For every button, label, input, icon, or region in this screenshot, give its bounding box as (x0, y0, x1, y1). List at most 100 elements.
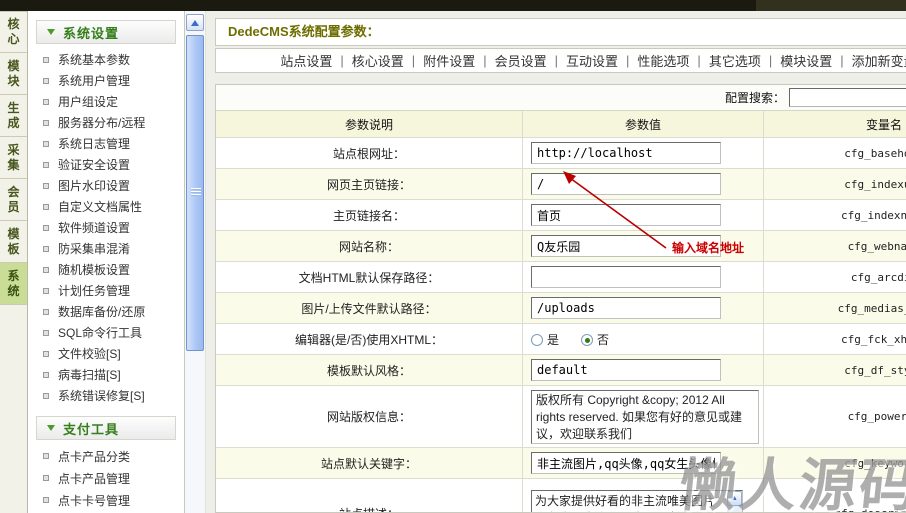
config-search-label: 配置搜索： (725, 89, 785, 106)
sidebar-item[interactable]: 点卡卡号管理 (28, 490, 184, 512)
param-label: 站点根网址： (216, 138, 523, 168)
config-tab[interactable]: 性能选项 (637, 51, 689, 70)
sidebar-section-header[interactable]: 支付工具 (36, 416, 176, 440)
param-input-cfg_indexname[interactable] (531, 204, 721, 226)
bullet-icon (43, 120, 49, 126)
bullet-icon (43, 372, 49, 378)
radio-icon[interactable] (581, 334, 593, 346)
radio-option-是[interactable]: 是 (531, 331, 559, 348)
page-title: DedeCMS系统配置参数： (215, 18, 906, 46)
vertical-tab-模块[interactable]: 模 块 (0, 53, 27, 95)
bullet-icon (43, 309, 49, 315)
config-tab[interactable]: 会员设置 (495, 51, 547, 70)
column-header: 变量名 (764, 111, 906, 137)
bullet-icon (43, 99, 49, 105)
vertical-tab-系统[interactable]: 系 统 (0, 263, 27, 305)
param-input-cfg_basehost[interactable] (531, 142, 721, 164)
sidebar-item[interactable]: 用户组设定 (28, 92, 184, 113)
sidebar-item[interactable]: 随机模板设置 (28, 260, 184, 281)
sidebar-item[interactable]: 自定义文档属性 (28, 197, 184, 218)
sidebar-section-items: 点卡产品分类点卡产品管理点卡卡号管理 (28, 446, 184, 512)
radio-icon[interactable] (531, 334, 543, 346)
sidebar-item[interactable]: 病毒扫描[S] (28, 365, 184, 386)
table-row: 编辑器(是/否)使用XHTML：是否cfg_fck_xhtml (216, 324, 906, 355)
param-varname: cfg_df_style (764, 355, 906, 385)
param-textarea-cfg_powerby[interactable]: 版权所有 Copyright &copy; 2012 All rights re… (531, 390, 759, 444)
sidebar-item[interactable]: 系统日志管理 (28, 134, 184, 155)
param-textarea-cfg_description[interactable]: 为大家提供好看的非主流唯美图片和各类男生头像图片以及女生头像图片,更▲▼ (531, 490, 743, 513)
textarea-scroll-up-icon[interactable]: ▲ (727, 491, 742, 506)
scrollbar-grip-icon (191, 188, 201, 197)
config-tab[interactable]: 模块设置 (780, 51, 832, 70)
param-input-cfg_indexurl[interactable] (531, 173, 721, 195)
sidebar-item[interactable]: 系统基本参数 (28, 50, 184, 71)
param-label: 编辑器(是/否)使用XHTML： (216, 324, 523, 354)
table-row: 网页主页链接：cfg_indexurl (216, 169, 906, 200)
config-tab[interactable]: 其它选项 (709, 51, 761, 70)
param-input-cfg_df_style[interactable] (531, 359, 721, 381)
vertical-tab-采集[interactable]: 采 集 (0, 137, 27, 179)
sidebar-item[interactable]: 点卡产品分类 (28, 446, 184, 468)
config-search-input[interactable] (789, 88, 906, 107)
sidebar-section-header[interactable]: 系统设置 (36, 20, 176, 44)
sidebar-scrollbar[interactable] (185, 11, 206, 513)
sidebar-item[interactable]: 计划任务管理 (28, 281, 184, 302)
sidebar-item[interactable]: 图片水印设置 (28, 176, 184, 197)
bullet-icon (43, 475, 49, 481)
bullet-icon (43, 453, 49, 459)
sidebar-item[interactable]: 系统用户管理 (28, 71, 184, 92)
param-input-cfg_medias_dir[interactable] (531, 297, 721, 319)
sidebar-section-title: 支付工具 (63, 419, 119, 438)
top-bar (0, 0, 906, 11)
vertical-tab-会员[interactable]: 会 员 (0, 179, 27, 221)
bullet-icon (43, 225, 49, 231)
radio-option-否[interactable]: 否 (581, 331, 609, 348)
param-varname: cfg_powerby (764, 386, 906, 447)
param-value-cell (523, 200, 764, 230)
config-tab[interactable]: 添加新变量 (852, 51, 906, 70)
scrollbar-thumb[interactable] (186, 35, 204, 351)
textarea-scrollbar[interactable]: ▲▼ (727, 491, 742, 513)
config-tab[interactable]: 附件设置 (423, 51, 475, 70)
sidebar-item[interactable]: 软件频道设置 (28, 218, 184, 239)
config-tab[interactable]: 互动设置 (566, 51, 618, 70)
sidebar-item[interactable]: SQL命令行工具 (28, 323, 184, 344)
table-row: 网站版权信息：版权所有 Copyright &copy; 2012 All ri… (216, 386, 906, 448)
tab-separator: | (840, 53, 843, 68)
bullet-icon (43, 204, 49, 210)
param-input-cfg_keywords[interactable] (531, 452, 721, 474)
config-panel: 配置搜索： 参数说明参数值变量名站点根网址：cfg_basehost网页主页链接… (215, 84, 906, 513)
vertical-tab-模板[interactable]: 模 板 (0, 221, 27, 263)
table-row: 图片/上传文件默认路径：cfg_medias_dir (216, 293, 906, 324)
param-label: 网站名称： (216, 231, 523, 261)
config-tab[interactable]: 站点设置 (280, 51, 332, 70)
sidebar-menu: 系统设置系统基本参数系统用户管理用户组设定服务器分布/远程系统日志管理验证安全设… (28, 11, 185, 513)
scroll-up-button[interactable] (186, 14, 204, 31)
sidebar-item[interactable]: 验证安全设置 (28, 155, 184, 176)
bullet-icon (43, 162, 49, 168)
sidebar-item[interactable]: 服务器分布/远程 (28, 113, 184, 134)
param-value-cell: 是否 (523, 324, 764, 354)
bullet-icon (43, 288, 49, 294)
param-varname: cfg_webname (764, 231, 906, 261)
column-header: 参数说明 (216, 111, 523, 137)
sidebar-item[interactable]: 文件校验[S] (28, 344, 184, 365)
param-value-cell (523, 293, 764, 323)
vertical-tab-生成[interactable]: 生 成 (0, 95, 27, 137)
sidebar-item[interactable]: 防采集串混淆 (28, 239, 184, 260)
param-varname: cfg_indexname (764, 200, 906, 230)
sidebar-item[interactable]: 系统错误修复[S] (28, 386, 184, 407)
sidebar-item[interactable]: 数据库备份/还原 (28, 302, 184, 323)
sidebar-item[interactable]: 点卡产品管理 (28, 468, 184, 490)
config-tab[interactable]: 核心设置 (352, 51, 404, 70)
tab-separator: | (340, 53, 343, 68)
bullet-icon (43, 183, 49, 189)
param-label: 文档HTML默认保存路径： (216, 262, 523, 292)
vertical-tab-核心[interactable]: 核 心 (0, 11, 27, 53)
annotation-label: 输入域名地址 (672, 239, 744, 256)
param-varname: cfg_arcdir (764, 262, 906, 292)
sidebar-section-title: 系统设置 (63, 23, 119, 42)
param-input-cfg_arcdir[interactable] (531, 266, 721, 288)
vertical-tab-strip: 核 心模 块生 成采 集会 员模 板系 统 (0, 11, 28, 513)
bullet-icon (43, 141, 49, 147)
